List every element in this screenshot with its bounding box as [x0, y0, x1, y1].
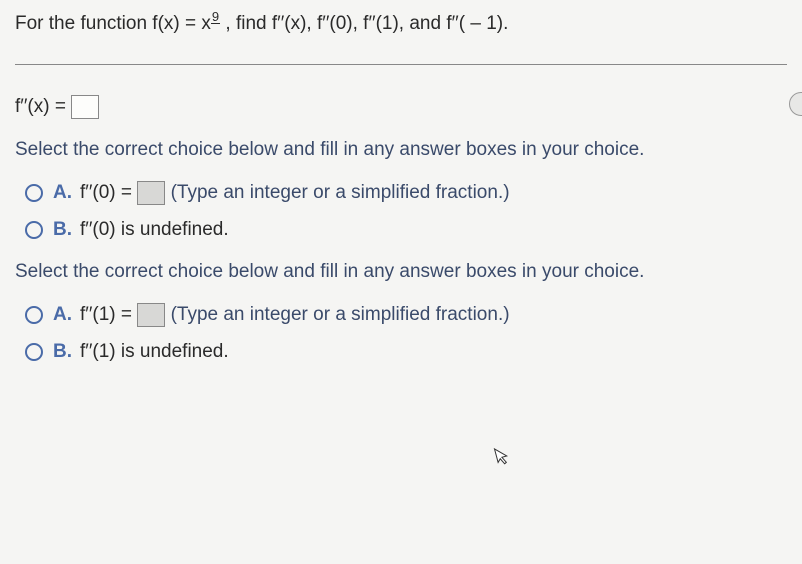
choice-1a-label: A.	[53, 182, 72, 204]
radio-1b[interactable]	[25, 221, 43, 239]
choice-2a-input[interactable]	[137, 303, 165, 327]
choice-1a-text: f′′(0) =	[80, 182, 132, 204]
radio-2b[interactable]	[25, 343, 43, 361]
choice-1a-hint: (Type an integer or a simplified fractio…	[171, 182, 510, 204]
choice-2b[interactable]: B. f′′(1) is undefined.	[25, 341, 787, 363]
question-text: For the function f(x) = x9 , find f′′(x)…	[15, 10, 787, 39]
choice-1b[interactable]: B. f′′(0) is undefined.	[25, 219, 787, 241]
instruction-1: Select the correct choice below and fill…	[15, 139, 787, 161]
question-prefix: For the function f(x) = x	[15, 13, 211, 34]
answer-prompt: f′′(x) =	[15, 96, 66, 117]
question-exponent: 9	[211, 10, 220, 24]
choice-2b-label: B.	[53, 341, 72, 363]
choice-2a-label: A.	[53, 304, 72, 326]
choice-2a-hint: (Type an integer or a simplified fractio…	[171, 304, 510, 326]
choice-1a-input[interactable]	[137, 181, 165, 205]
instruction-2: Select the correct choice below and fill…	[15, 261, 787, 283]
choice-2a[interactable]: A. f′′(1) = (Type an integer or a simpli…	[25, 303, 787, 327]
choice-2b-text: f′′(1) is undefined.	[80, 341, 229, 363]
divider	[15, 64, 787, 65]
choice-1a[interactable]: A. f′′(0) = (Type an integer or a simpli…	[25, 181, 787, 205]
answer-line: f′′(x) =	[15, 95, 787, 119]
radio-1a[interactable]	[25, 184, 43, 202]
question-suffix: , find f′′(x), f′′(0), f′′(1), and f′′( …	[220, 13, 508, 34]
radio-2a[interactable]	[25, 306, 43, 324]
cursor-icon	[492, 443, 514, 471]
choice-1b-text: f′′(0) is undefined.	[80, 219, 229, 241]
edge-button[interactable]	[789, 92, 802, 116]
choice-1b-label: B.	[53, 219, 72, 241]
choice-2a-text: f′′(1) =	[80, 304, 132, 326]
answer-input-fppx[interactable]	[71, 95, 99, 119]
